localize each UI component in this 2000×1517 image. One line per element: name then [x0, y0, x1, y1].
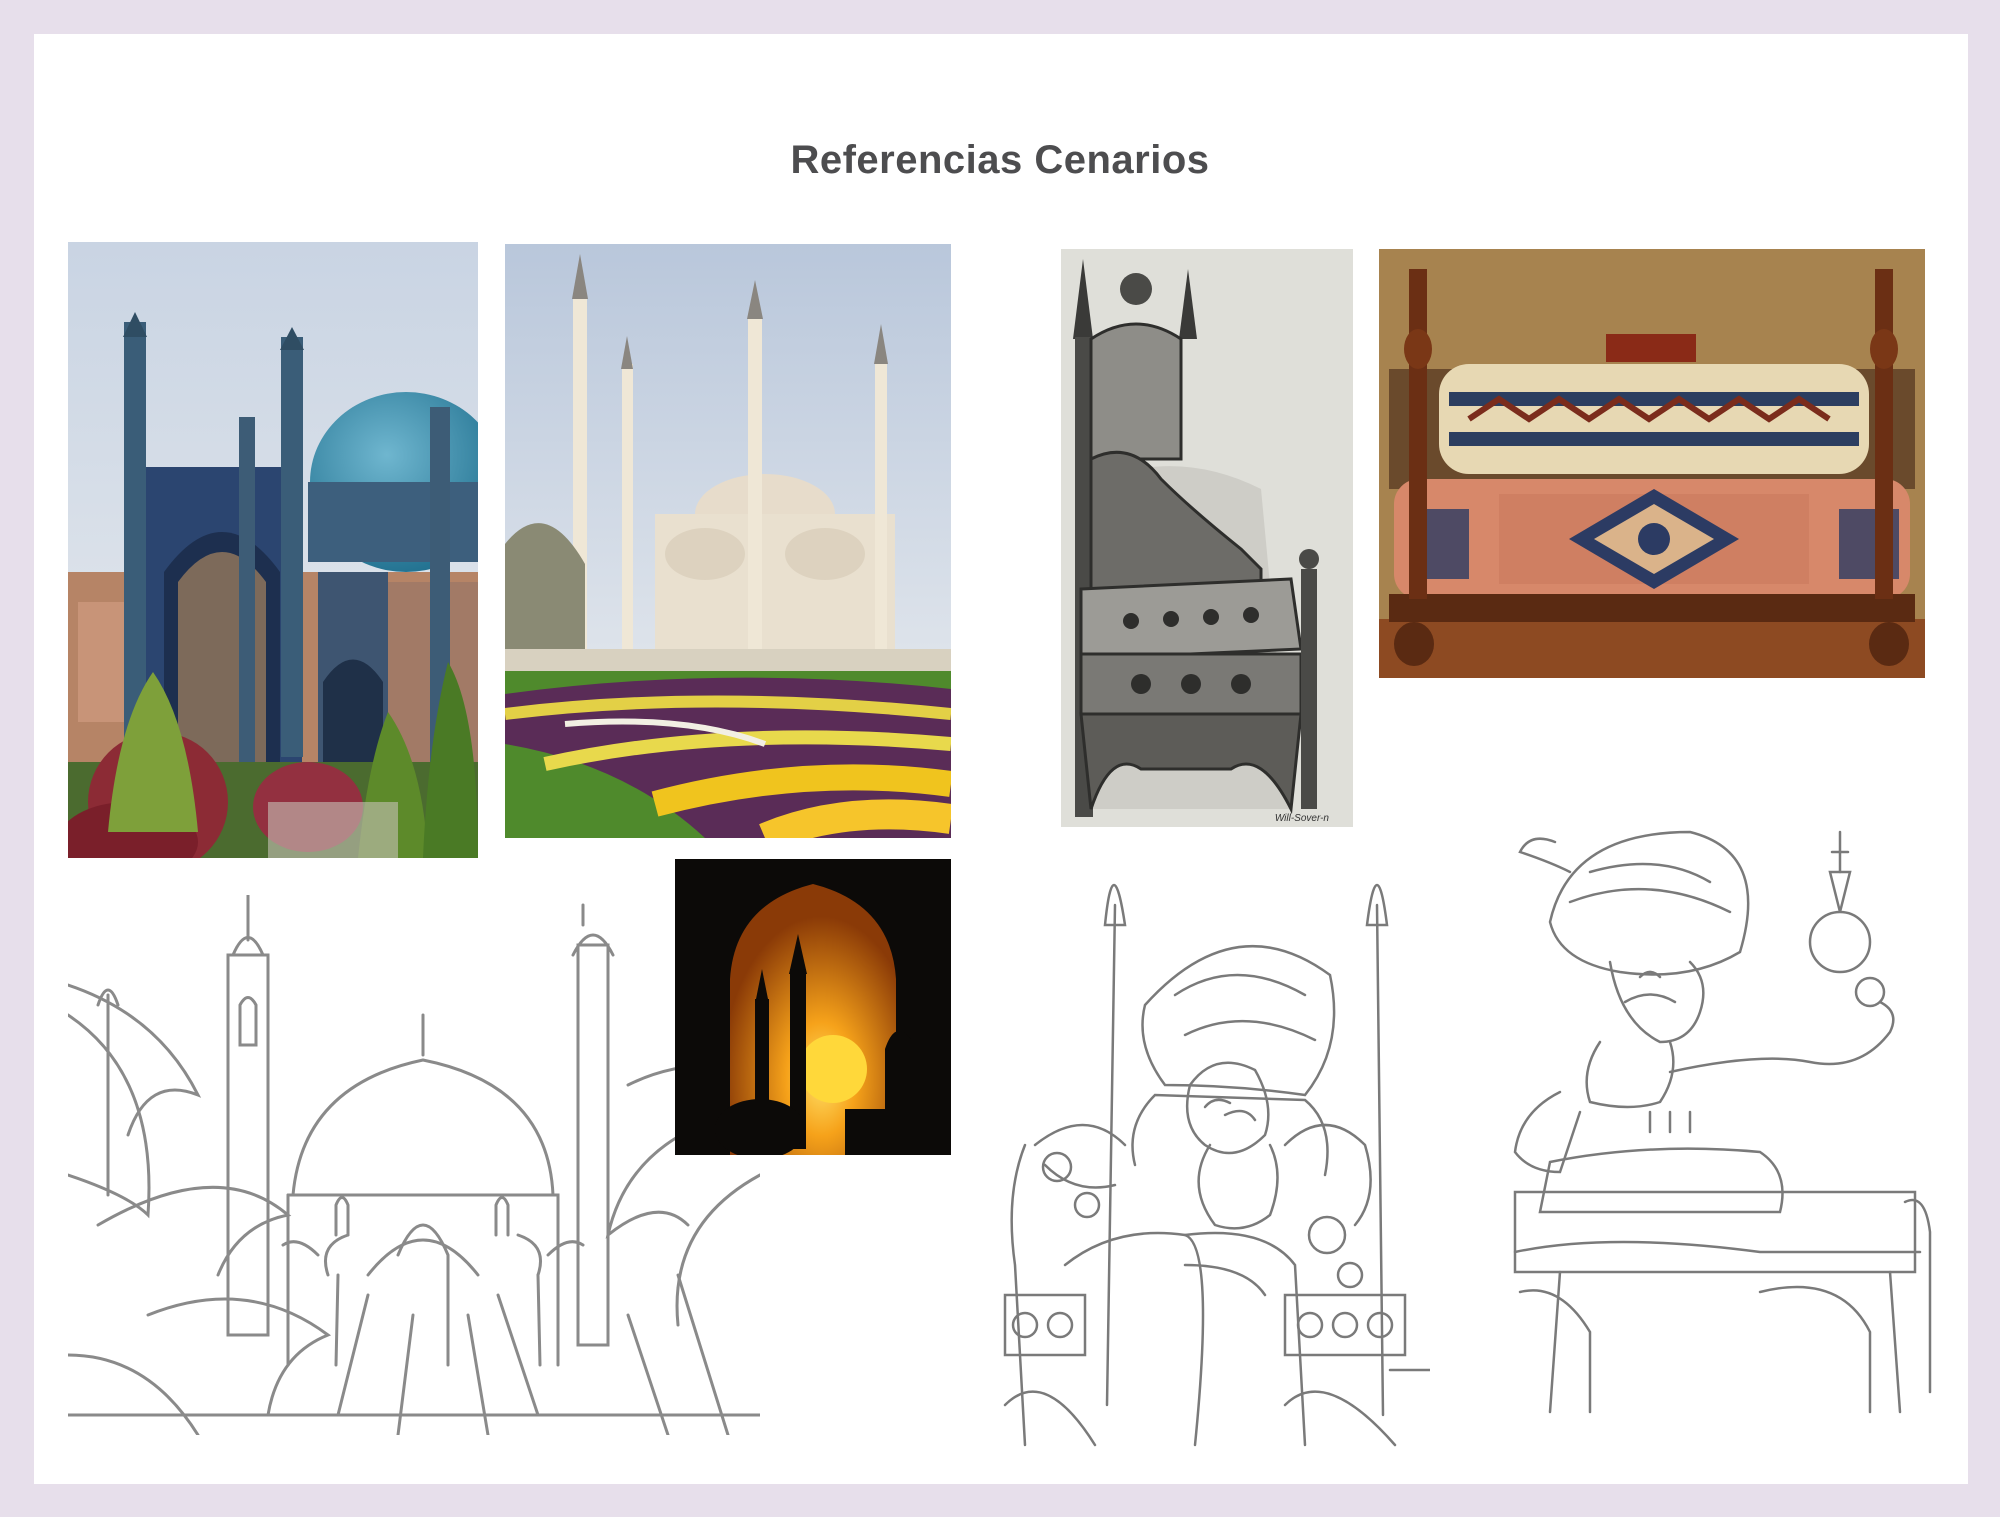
photo-carpet-sofa [1379, 249, 1925, 678]
photo-sunset-arch-minarets [675, 859, 951, 1155]
sketch-sultan-holding-scepter [1510, 812, 1940, 1420]
sketch-sultan-on-throne [985, 845, 1430, 1453]
photo-mosque-tulip-garden [505, 244, 951, 838]
svg-text:Will-Sover-n: Will-Sover-n [1275, 813, 1330, 824]
photo-mosque-blue-dome [68, 242, 478, 858]
sketch-palace-line-art [68, 895, 760, 1435]
drawing-carved-throne: Will-Sover-n [1061, 249, 1353, 827]
page-title: Referencias Cenarios [790, 138, 1210, 182]
